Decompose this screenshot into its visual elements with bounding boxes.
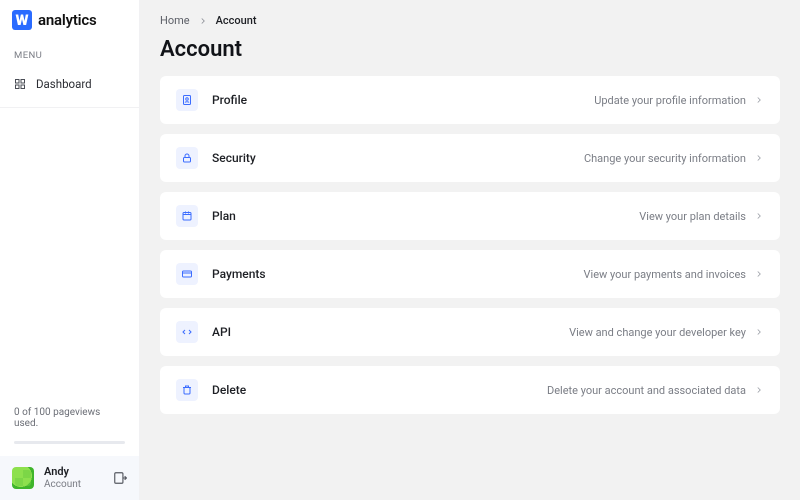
chevron-right-icon (754, 95, 764, 105)
sidebar-item-label: Dashboard (36, 77, 92, 91)
card-title: Profile (212, 93, 247, 107)
brand-word: analytics (38, 11, 97, 29)
chevron-right-icon (754, 327, 764, 337)
logout-icon[interactable] (113, 471, 127, 485)
trash-icon (176, 379, 198, 401)
sidebar: W analytics MENU Dashboard 0 of 100 page… (0, 0, 140, 500)
card-desc: View your payments and invoices (584, 268, 746, 281)
breadcrumb-home[interactable]: Home (160, 14, 190, 27)
card-title: Security (212, 151, 256, 165)
breadcrumb: Home Account (160, 14, 780, 27)
chevron-right-icon (754, 153, 764, 163)
card-delete[interactable]: Delete Delete your account and associate… (160, 366, 780, 414)
user-text: Andy Account (44, 466, 81, 490)
card-title: Delete (212, 383, 246, 397)
chevron-right-icon (754, 211, 764, 221)
card-desc: View and change your developer key (569, 326, 746, 339)
card-title: Payments (212, 267, 266, 281)
card-plan[interactable]: Plan View your plan details (160, 192, 780, 240)
grid-icon (14, 78, 26, 90)
chevron-right-icon (754, 269, 764, 279)
card-api[interactable]: API View and change your developer key (160, 308, 780, 356)
calendar-icon (176, 205, 198, 227)
chevron-right-icon (198, 16, 208, 26)
code-icon (176, 321, 198, 343)
brand-mark-icon: W (12, 10, 32, 30)
usage-text: 0 of 100 pageviews used. (0, 397, 139, 433)
avatar (12, 467, 34, 489)
account-cards: Profile Update your profile information … (160, 76, 780, 414)
page-title: Account (160, 37, 780, 62)
user-name: Andy (44, 466, 81, 479)
user-sub: Account (44, 479, 81, 491)
card-desc: Change your security information (584, 152, 746, 165)
user-icon (176, 89, 198, 111)
card-title: Plan (212, 209, 236, 223)
lock-icon (176, 147, 198, 169)
card-payments[interactable]: Payments View your payments and invoices (160, 250, 780, 298)
card-profile[interactable]: Profile Update your profile information (160, 76, 780, 124)
user-card[interactable]: Andy Account (0, 456, 139, 500)
card-security[interactable]: Security Change your security informatio… (160, 134, 780, 182)
chevron-right-icon (754, 385, 764, 395)
main: Home Account Account Profile Update your… (140, 0, 800, 500)
card-title: API (212, 325, 231, 339)
card-desc: Delete your account and associated data (547, 384, 746, 397)
breadcrumb-current: Account (216, 14, 257, 27)
menu-label: MENU (0, 36, 139, 69)
credit-card-icon (176, 263, 198, 285)
card-desc: View your plan details (639, 210, 746, 223)
brand[interactable]: W analytics (0, 0, 139, 36)
card-desc: Update your profile information (594, 94, 746, 107)
usage-bar (14, 441, 125, 444)
sidebar-item-dashboard[interactable]: Dashboard (0, 69, 139, 99)
